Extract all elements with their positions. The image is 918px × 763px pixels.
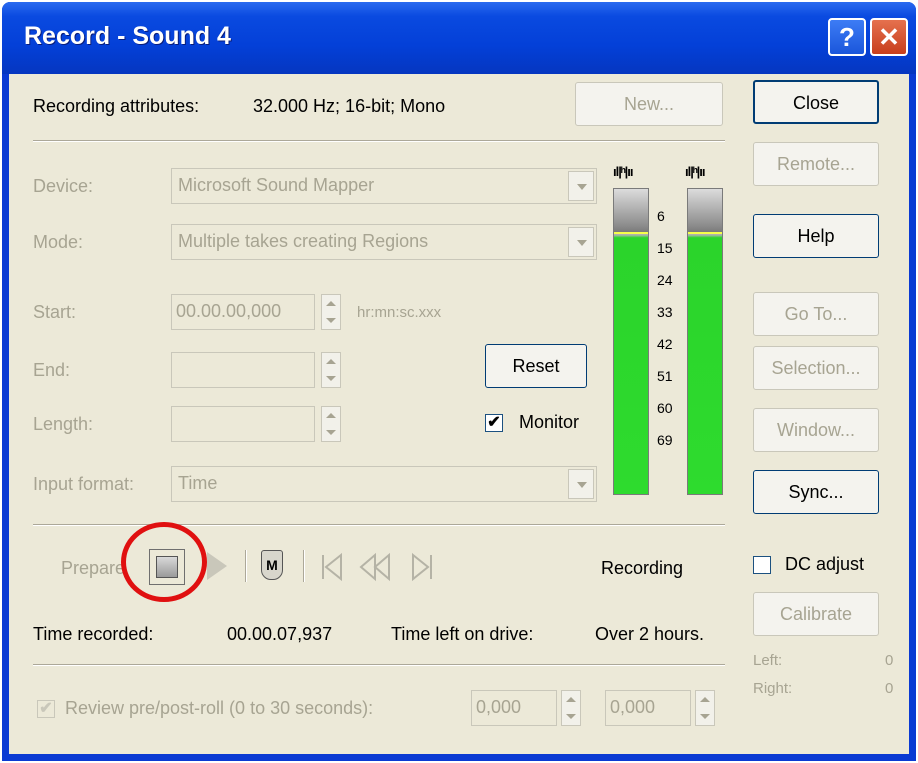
title-help-button[interactable]: ?: [828, 18, 866, 56]
recording-attributes-value: 32.000 Hz; 16-bit; Mono: [253, 96, 446, 116]
level-meter-left: [613, 188, 649, 495]
recording-attributes-label: Recording attributes:: [33, 96, 200, 116]
device-label: Device:: [33, 176, 94, 196]
peak-indicator-left: ıl|ʰ|ıı: [613, 164, 633, 179]
record-dialog: Record - Sound 4 ? ✕ Recording attribute…: [2, 2, 916, 761]
separator-top: [33, 140, 725, 142]
recording-status: Recording: [601, 558, 684, 578]
window-button[interactable]: Window...: [753, 408, 879, 452]
end-spinner[interactable]: [321, 352, 341, 388]
level-right-value: 0: [885, 680, 894, 697]
preroll-input[interactable]: 0,000: [471, 690, 557, 726]
highlight-circle: [121, 522, 207, 602]
time-left-label: Time left on drive:: [391, 624, 534, 644]
review-label: Review pre/post-roll (0 to 30 seconds):: [65, 698, 374, 718]
level-right-label: Right:: [753, 680, 793, 697]
meter-scale: 6 15 24 33 42 51 60 69: [649, 188, 687, 495]
postroll-input[interactable]: 0,000: [605, 690, 691, 726]
scale-tick: 24: [657, 272, 673, 288]
title-close-button[interactable]: ✕: [870, 18, 908, 56]
dc-adjust-checkbox[interactable]: [753, 556, 771, 574]
peak-indicator-right: ıl|ʰ|ıı: [685, 164, 705, 179]
start-units: hr:mn:sc.xxx: [357, 304, 442, 321]
toolbar-separator: [303, 550, 305, 582]
start-label: Start:: [33, 302, 77, 322]
scale-tick: 33: [657, 304, 673, 320]
scale-tick: 60: [657, 400, 673, 416]
rewind-icon: [359, 552, 390, 582]
input-format-label: Input format:: [33, 474, 135, 494]
input-format-value: Time: [178, 473, 218, 493]
scale-tick: 51: [657, 368, 673, 384]
monitor-checkbox[interactable]: ✔: [485, 414, 503, 432]
length-input[interactable]: [171, 406, 315, 442]
length-spinner[interactable]: [321, 406, 341, 442]
scale-tick: 15: [657, 240, 673, 256]
transport-nav-icons: [322, 552, 432, 582]
dc-adjust-label: DC adjust: [785, 554, 865, 574]
toolbar-separator: [245, 550, 247, 582]
mode-select[interactable]: Multiple takes creating Regions: [171, 224, 597, 260]
scale-tick: 69: [657, 432, 673, 448]
sync-button[interactable]: Sync...: [753, 470, 879, 514]
selection-button[interactable]: Selection...: [753, 346, 879, 390]
mode-value: Multiple takes creating Regions: [178, 231, 429, 251]
time-recorded-label: Time recorded:: [33, 624, 154, 644]
input-format-select[interactable]: Time: [171, 466, 597, 502]
level-meter-right: [687, 188, 723, 495]
prepare-button[interactable]: Prepare: [61, 558, 125, 579]
end-input[interactable]: [171, 352, 315, 388]
new-button[interactable]: New...: [575, 82, 723, 126]
skip-start-icon: [322, 552, 342, 582]
device-value: Microsoft Sound Mapper: [178, 175, 375, 195]
start-spinner[interactable]: [321, 294, 341, 330]
remote-button[interactable]: Remote...: [753, 142, 879, 186]
level-left-value: 0: [885, 652, 894, 669]
chevron-down-icon[interactable]: [568, 171, 594, 201]
preroll-spinner[interactable]: [561, 690, 581, 726]
review-checkbox[interactable]: ✔: [37, 700, 55, 718]
start-input[interactable]: 00.00.00,000: [171, 294, 315, 330]
scale-tick: 6: [657, 208, 665, 224]
skip-end-icon: [412, 552, 432, 582]
scale-tick: 42: [657, 336, 673, 352]
time-recorded-value: 00.00.07,937: [227, 624, 333, 644]
mode-label: Mode:: [33, 232, 84, 252]
close-button[interactable]: Close: [753, 80, 879, 124]
title-bar[interactable]: Record - Sound 4 ? ✕: [2, 2, 916, 74]
marker-icon[interactable]: M: [261, 550, 283, 580]
calibrate-button[interactable]: Calibrate: [753, 592, 879, 636]
device-select[interactable]: Microsoft Sound Mapper: [171, 168, 597, 204]
play-icon[interactable]: [207, 552, 227, 580]
dialog-body: Recording attributes: 32.000 Hz; 16-bit;…: [9, 74, 909, 754]
level-left-label: Left:: [753, 652, 783, 669]
monitor-label: Monitor: [519, 412, 580, 432]
separator-middle: [33, 524, 725, 526]
reset-button[interactable]: Reset: [485, 344, 587, 388]
separator-bottom: [33, 664, 725, 666]
window-title: Record - Sound 4: [24, 22, 231, 50]
help-button[interactable]: Help: [753, 214, 879, 258]
length-label: Length:: [33, 414, 94, 434]
chevron-down-icon[interactable]: [568, 469, 594, 499]
chevron-down-icon[interactable]: [568, 227, 594, 257]
end-label: End:: [33, 360, 71, 380]
time-left-value: Over 2 hours.: [595, 624, 705, 644]
goto-button[interactable]: Go To...: [753, 292, 879, 336]
postroll-spinner[interactable]: [695, 690, 715, 726]
